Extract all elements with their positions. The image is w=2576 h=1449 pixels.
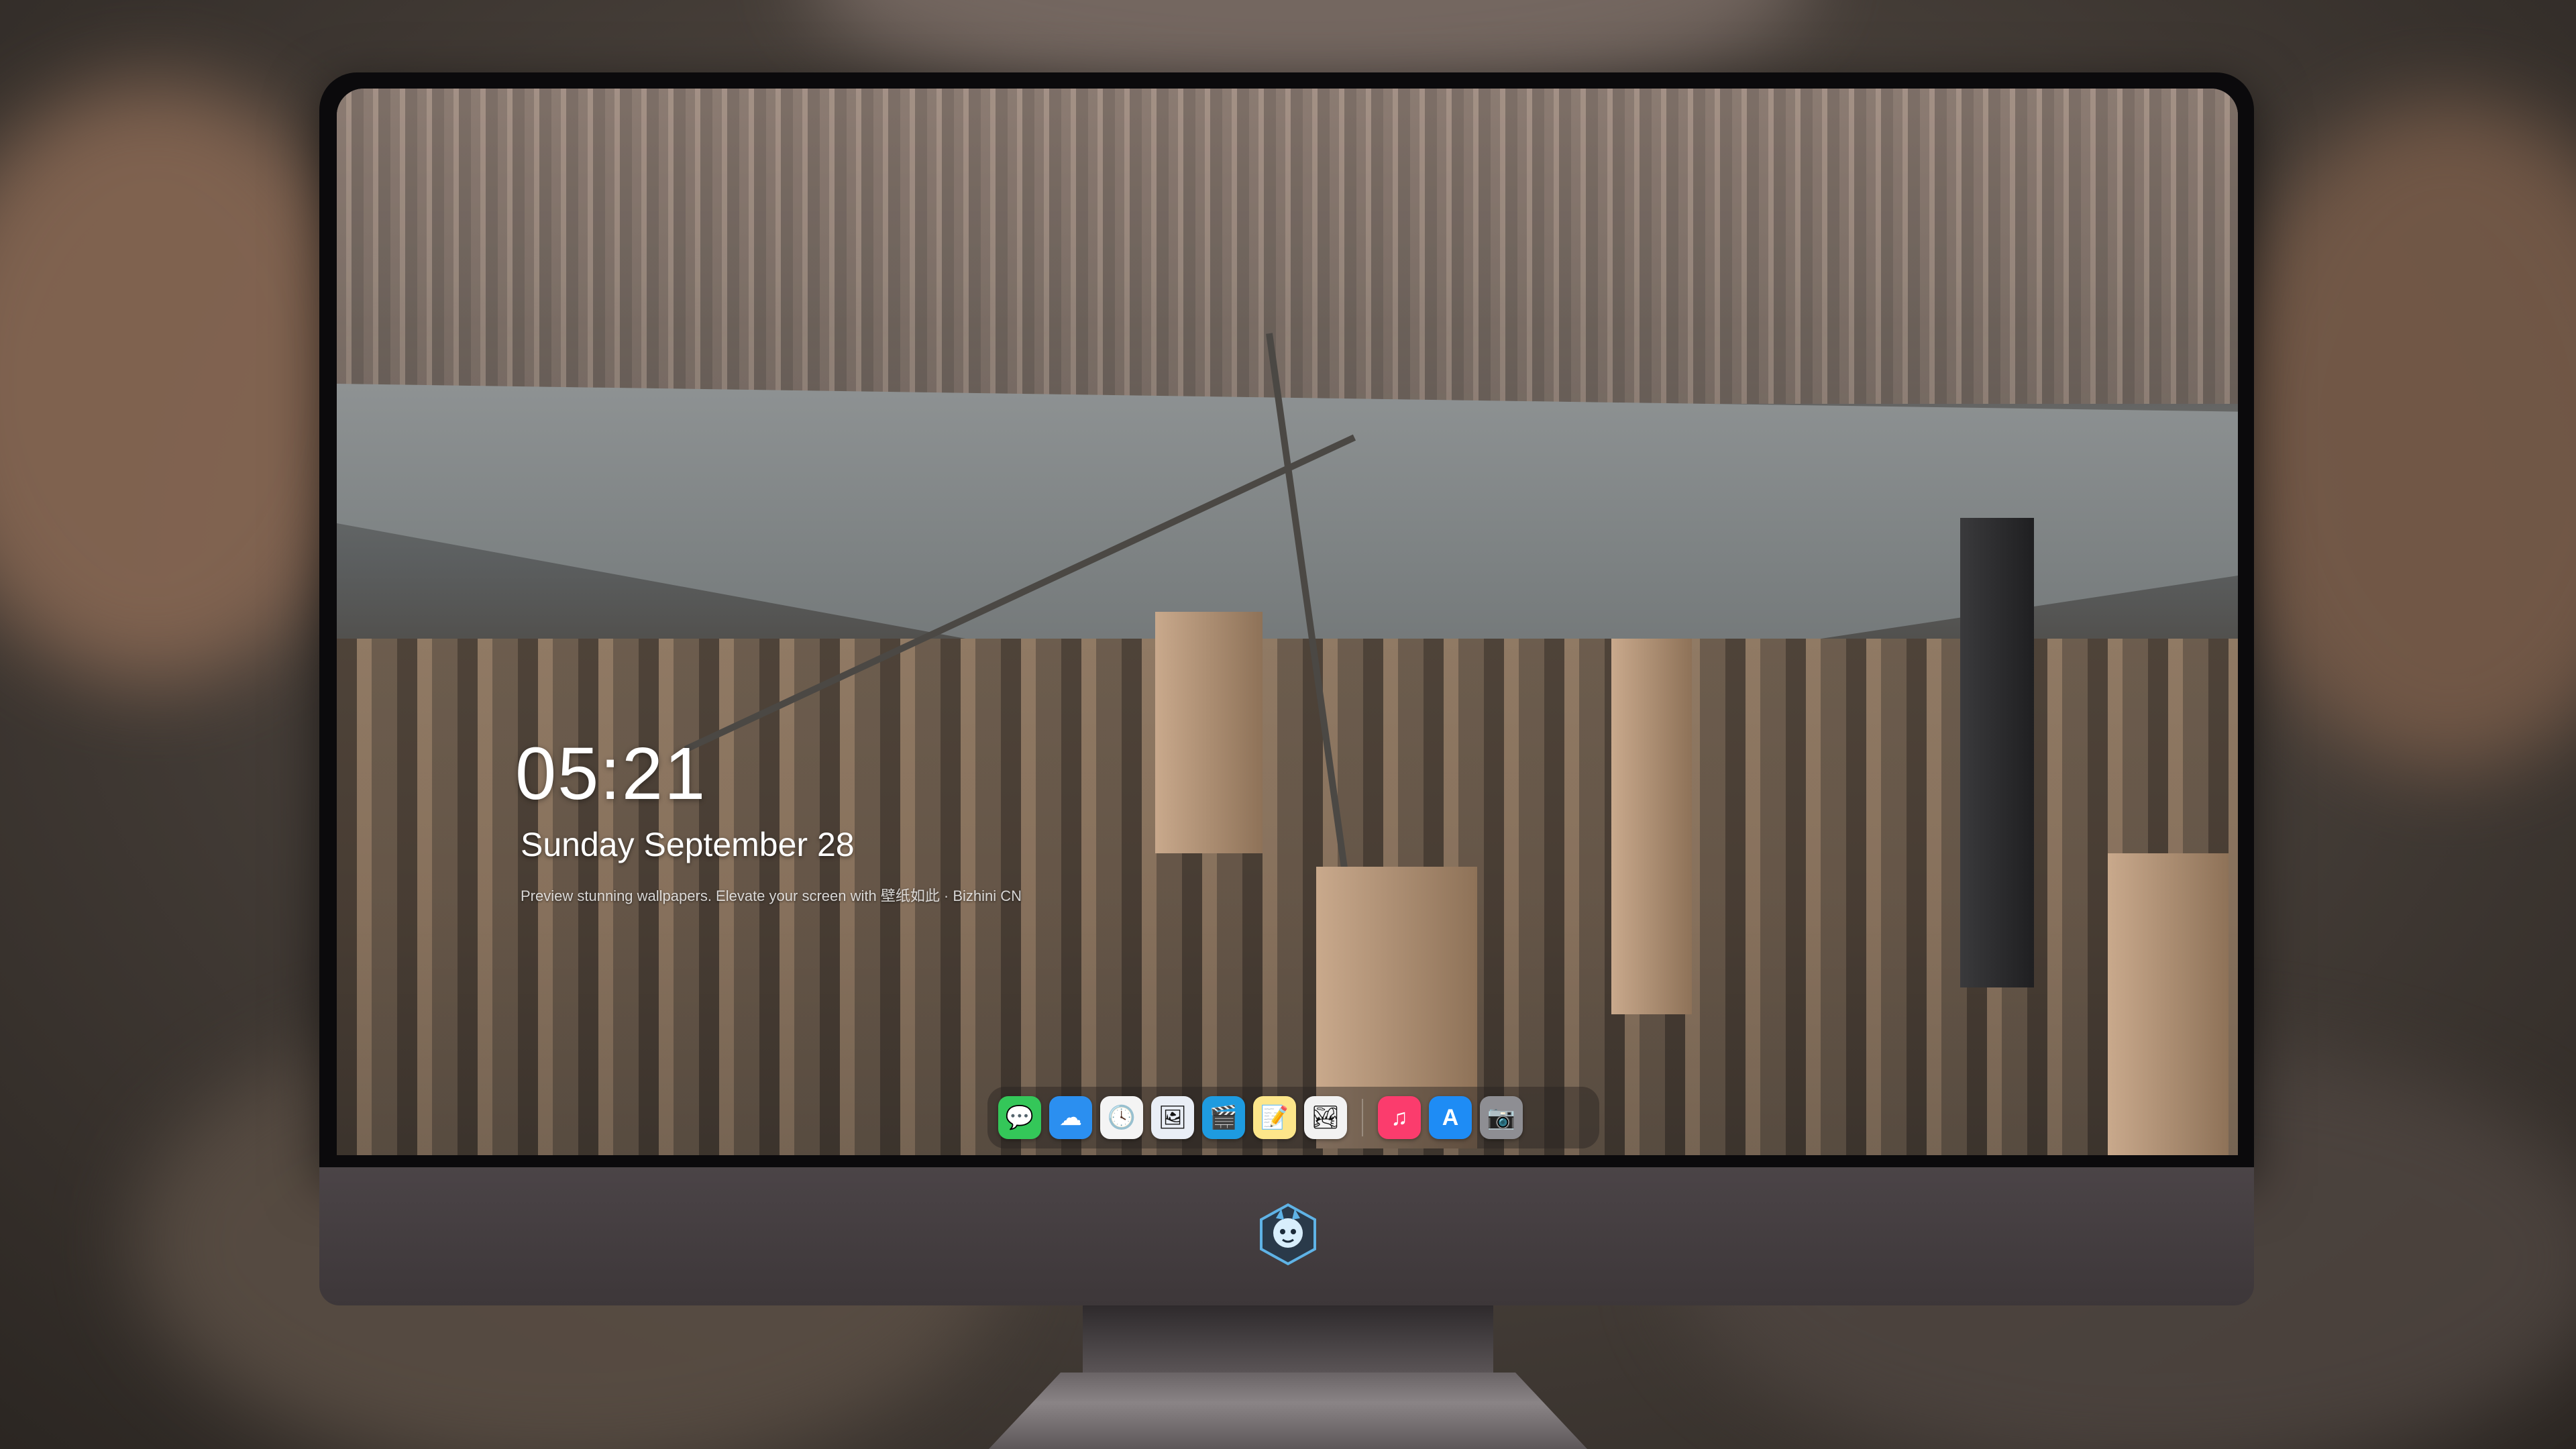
dock-separator (1362, 1099, 1363, 1136)
weather-icon[interactable]: ☁ (1049, 1096, 1092, 1139)
lockscreen-clock: 05:21 (515, 733, 707, 815)
mascot-logo-icon (1256, 1202, 1320, 1267)
monitor-stand-base (989, 1373, 1587, 1449)
dock: 💬 ☁ 🕓 🖼 🎬 📝 🏞 ♫ A 📷 (987, 1087, 1599, 1148)
wallpaper-tower (2108, 853, 2229, 1155)
messages-icon[interactable]: 💬 (998, 1096, 1041, 1139)
wallpaper-tower (1960, 518, 2034, 987)
lockscreen-date: Sunday September 28 (521, 826, 855, 863)
music-icon[interactable]: ♫ (1378, 1096, 1421, 1139)
wallpaper-tower (1611, 639, 1692, 1014)
preview-icon[interactable]: 🖼 (1151, 1096, 1194, 1139)
clips-icon[interactable]: 🎬 (1202, 1096, 1245, 1139)
notes-icon[interactable]: 📝 (1253, 1096, 1296, 1139)
photos-icon[interactable]: 🏞 (1304, 1096, 1347, 1139)
wallpaper-tower (1155, 612, 1263, 853)
desktop-wallpaper: 05:21 Sunday September 28 Preview stunni… (337, 89, 2238, 1155)
wallpaper-far-city (337, 89, 2238, 404)
wallpaper-caption: Preview stunning wallpapers. Elevate you… (521, 888, 1022, 904)
monitor-stand-neck (1083, 1305, 1493, 1373)
app-store-icon[interactable]: A (1429, 1096, 1472, 1139)
camera-icon[interactable]: 📷 (1480, 1096, 1523, 1139)
clock-icon[interactable]: 🕓 (1100, 1096, 1143, 1139)
